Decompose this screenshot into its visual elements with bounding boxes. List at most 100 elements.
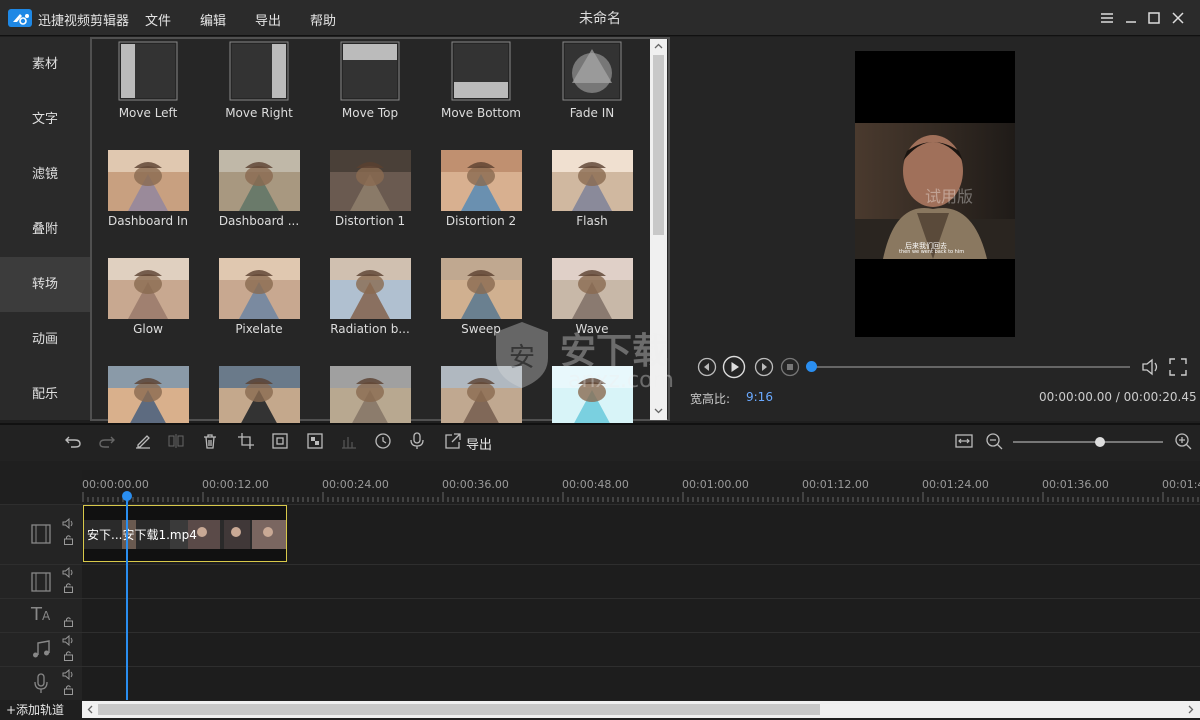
fade-in-icon [562,41,624,103]
transition-thumbnail [108,150,189,211]
time-display: 00:00:00.00 / 00:00:20.45 [1039,390,1197,404]
transition-tile[interactable]: Move Right [203,40,315,140]
fullscreen-icon[interactable] [1167,356,1189,378]
maximize-icon[interactable] [1145,9,1163,27]
ruler-time-label: 00:00:12.00 [202,478,269,491]
sidebar-item-media[interactable]: 素材 [0,37,90,92]
sidebar-item-overlays[interactable]: 叠附 [0,202,90,257]
transition-tile[interactable]: Distortion 1 [314,148,426,248]
split-icon[interactable] [167,432,185,450]
audio-levels-icon[interactable] [340,432,358,450]
menu-edit[interactable]: 编辑 [200,10,226,29]
edit-icon[interactable] [134,432,152,450]
track-lock-icon[interactable] [63,582,74,593]
app-name: 迅捷视频剪辑器 [38,14,130,29]
transition-tile[interactable]: Fade IN [536,40,648,140]
track-volume-icon[interactable] [62,567,75,578]
scroll-up-icon[interactable] [654,42,663,51]
track-volume-icon[interactable] [62,518,75,529]
record-voice-icon[interactable] [408,432,426,450]
ruler-time-label: 00:01:12.00 [802,478,869,491]
track-lock-icon[interactable] [63,616,74,627]
transition-thumbnail [441,150,522,211]
playhead[interactable] [126,492,128,700]
crop-icon[interactable] [237,432,255,450]
playhead-handle[interactable] [122,491,132,501]
video-clip[interactable]: 安下...安下载1.mp4 [83,505,287,562]
redo-icon[interactable] [98,432,116,450]
mosaic-icon[interactable] [306,432,324,450]
document-title: 未命名 [579,11,621,27]
transition-tile[interactable]: Glow [92,256,204,356]
hamburger-menu-icon[interactable] [1098,9,1116,27]
stop-icon[interactable] [780,357,800,377]
playback-progress-knob[interactable] [806,361,817,372]
sidebar-item-text[interactable]: 文字 [0,92,90,147]
fit-timeline-icon[interactable] [955,432,973,450]
play-icon[interactable] [722,355,746,379]
transition-label: Pixelate [235,322,283,336]
transition-tile[interactable]: Distortion 2 [425,148,537,248]
transition-tile[interactable]: Pixelate [203,256,315,356]
export-icon[interactable] [444,432,462,450]
delete-icon[interactable] [201,432,219,450]
track-lock-icon[interactable] [63,684,74,695]
transition-thumbnail [108,258,189,319]
zoom-slider-knob[interactable] [1095,437,1105,447]
menu-export[interactable]: 导出 [255,10,281,29]
sidebar-item-filters[interactable]: 滤镜 [0,147,90,202]
aspect-ratio-value[interactable]: 9:16 [746,390,773,404]
track-volume-icon[interactable] [62,669,75,680]
sidebar: 素材 文字 滤镜 叠附 转场 动画 配乐 [0,37,90,420]
transition-tile[interactable]: Radiation b... [314,256,426,356]
track-lock-icon[interactable] [63,534,74,545]
transition-tile[interactable]: Move Left [92,40,204,140]
watermark-text: 试用版 [925,187,974,206]
next-frame-icon[interactable] [754,357,774,377]
zoom-slider-track[interactable] [1013,441,1163,443]
transition-tile[interactable]: Flash [536,148,648,248]
voice-track [0,666,1200,700]
clip-label: 安下...安下载1.mp4 [87,528,197,542]
zoom-in-icon[interactable] [1174,432,1192,450]
add-track-button[interactable]: +添加轨道 [6,701,64,718]
speed-clock-icon[interactable] [374,432,392,450]
sidebar-item-music[interactable]: 配乐 [0,367,90,422]
timeline-scrollbar[interactable] [82,701,1200,718]
volume-icon[interactable] [1140,356,1162,378]
menu-file[interactable]: 文件 [145,10,171,29]
sidebar-item-animation[interactable]: 动画 [0,312,90,367]
transition-tile[interactable]: Dashboard In [92,148,204,248]
undo-icon[interactable] [64,432,82,450]
app-logo-icon [8,9,32,27]
timeline-scroll-thumb[interactable] [98,704,820,715]
minimize-icon[interactable] [1122,9,1140,27]
overlay-watermark-logo: 安 安下载 anxz.com [492,320,712,400]
ruler-time-label: 00:01:36.00 [1042,478,1109,491]
transition-thumbnail [219,150,300,211]
export-button-label[interactable]: 导出 [466,434,492,453]
playback-progress-track[interactable] [811,366,1130,368]
scroll-down-icon[interactable] [654,406,663,415]
track-volume-icon[interactable] [62,635,75,646]
transition-tile[interactable]: Dashboard ... [203,148,315,248]
scroll-right-icon[interactable] [1186,705,1195,714]
title-bar: 迅捷视频剪辑器 文件 编辑 导出 帮助 未命名 [0,0,1200,36]
transition-tile[interactable]: Move Top [314,40,426,140]
track-lock-icon[interactable] [63,650,74,661]
move-left-icon [118,41,180,103]
transition-thumbnail [219,366,300,427]
close-icon[interactable] [1169,9,1187,27]
preview-frame: 试用版 后来我们回去 then we went back to him [855,123,1015,259]
menu-help[interactable]: 帮助 [310,10,336,29]
resize-icon[interactable] [271,432,289,450]
scroll-left-icon[interactable] [86,705,95,714]
sidebar-item-transitions[interactable]: 转场 [0,257,90,312]
transition-label: Distortion 1 [334,214,406,228]
zoom-out-icon[interactable] [985,432,1003,450]
scroll-thumb[interactable] [653,55,664,235]
transition-tile[interactable]: Move Bottom [425,40,537,140]
transition-label: Fade IN [569,106,615,120]
subtitle-en: then we went back to him [899,249,965,255]
overlay-logo-domain: anxz.com [568,368,674,393]
